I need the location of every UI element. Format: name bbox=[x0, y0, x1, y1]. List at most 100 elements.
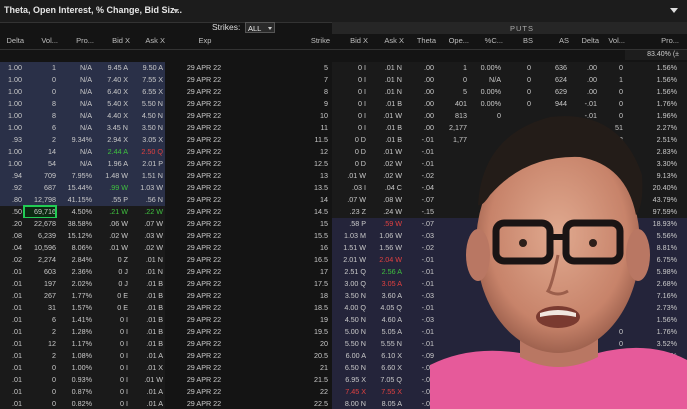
put-cell-p_bid[interactable]: 0 I bbox=[332, 86, 366, 98]
call-cell-delta[interactable]: .02 bbox=[0, 254, 22, 266]
call-cell-bid[interactable]: 0 I bbox=[94, 374, 128, 386]
call-cell-delta[interactable]: .01 bbox=[0, 386, 22, 398]
call-cell-vol[interactable]: 0 bbox=[24, 398, 56, 409]
call-cell-pro[interactable]: 15.12% bbox=[58, 230, 92, 242]
put-cell-p_ask[interactable]: .01 W bbox=[368, 110, 402, 122]
call-cell-bid[interactable]: 0 E bbox=[94, 302, 128, 314]
call-cell-delta[interactable]: .20 bbox=[0, 218, 22, 230]
exp-cell[interactable]: 29 APR 22 bbox=[165, 110, 243, 122]
call-cell-pro[interactable]: 15.44% bbox=[58, 182, 92, 194]
call-cell-ask[interactable]: .01 A bbox=[130, 386, 163, 398]
call-cell-delta[interactable]: .93 bbox=[0, 134, 22, 146]
menu-chevron-icon[interactable] bbox=[670, 8, 678, 13]
strike-cell[interactable]: 21 bbox=[275, 362, 328, 374]
call-cell-vol[interactable]: 10,596 bbox=[24, 242, 56, 254]
strike-cell[interactable]: 9 bbox=[275, 98, 328, 110]
put-cell-pro[interactable]: 1.56% bbox=[625, 74, 677, 86]
call-cell-delta[interactable]: 1.00 bbox=[0, 122, 22, 134]
call-cell-pro[interactable]: 9.34% bbox=[58, 134, 92, 146]
call-cell-ask[interactable]: .56 N bbox=[130, 194, 163, 206]
call-cell-vol[interactable]: 2 bbox=[24, 326, 56, 338]
call-cell-ask[interactable]: 3.05 X bbox=[130, 134, 163, 146]
put-cell-p_bid[interactable]: 0 I bbox=[332, 74, 366, 86]
exp-cell[interactable]: 29 APR 22 bbox=[165, 254, 243, 266]
exp-cell[interactable]: 29 APR 22 bbox=[165, 386, 243, 398]
put-col-header[interactable]: Ope... bbox=[436, 36, 469, 48]
put-cell-p_bid[interactable]: .03 I bbox=[332, 182, 366, 194]
chevron-down-icon[interactable] bbox=[173, 9, 179, 13]
call-cell-pro[interactable]: 1.41% bbox=[58, 314, 92, 326]
call-cell-delta[interactable]: 1.00 bbox=[0, 74, 22, 86]
call-cell-delta[interactable]: 1.00 bbox=[0, 62, 22, 74]
put-col-header[interactable]: Theta bbox=[404, 36, 436, 48]
exp-cell[interactable]: 29 APR 22 bbox=[165, 170, 243, 182]
call-cell-bid[interactable]: 0 I bbox=[94, 386, 128, 398]
call-cell-delta[interactable]: .01 bbox=[0, 374, 22, 386]
put-cell-p_bid[interactable]: 3.50 N bbox=[332, 290, 366, 302]
put-cell-p_bid[interactable]: 8.00 N bbox=[332, 398, 366, 409]
call-cell-bid[interactable]: 0 Z bbox=[94, 254, 128, 266]
put-cell-p_ask[interactable]: 2.56 A bbox=[368, 266, 402, 278]
call-cell-vol[interactable]: 2,274 bbox=[24, 254, 56, 266]
call-cell-ask[interactable]: 4.50 N bbox=[130, 110, 163, 122]
call-cell-ask[interactable]: .22 W bbox=[130, 206, 163, 218]
put-cell-p_ask[interactable]: 1.06 W bbox=[368, 230, 402, 242]
exp-cell[interactable]: 29 APR 22 bbox=[165, 182, 243, 194]
call-cell-bid[interactable]: 6.40 X bbox=[94, 86, 128, 98]
put-cell-bs[interactable]: 0 bbox=[503, 74, 531, 86]
call-cell-bid[interactable]: 0 J bbox=[94, 278, 128, 290]
put-cell-p_bid[interactable]: 0 D bbox=[332, 158, 366, 170]
put-cell-p_bid[interactable]: 7.45 X bbox=[332, 386, 366, 398]
call-cell-bid[interactable]: 7.40 X bbox=[94, 74, 128, 86]
strike-col-header[interactable]: Strike bbox=[275, 36, 330, 48]
strike-cell[interactable]: 11.5 bbox=[275, 134, 328, 146]
exp-cell[interactable]: 29 APR 22 bbox=[165, 398, 243, 409]
call-cell-ask[interactable]: 6.55 X bbox=[130, 86, 163, 98]
put-cell-as[interactable]: 636 bbox=[533, 62, 567, 74]
put-cell-vol[interactable]: 1 bbox=[599, 74, 623, 86]
strike-cell[interactable]: 20.5 bbox=[275, 350, 328, 362]
call-cell-ask[interactable]: .01 B bbox=[130, 338, 163, 350]
call-cell-vol[interactable]: 0 bbox=[24, 86, 56, 98]
call-cell-vol[interactable]: 687 bbox=[24, 182, 56, 194]
call-cell-ask[interactable]: .01 B bbox=[130, 290, 163, 302]
call-cell-delta[interactable]: .01 bbox=[0, 338, 22, 350]
exp-cell[interactable]: 29 APR 22 bbox=[165, 98, 243, 110]
call-cell-vol[interactable]: 22,678 bbox=[24, 218, 56, 230]
call-cell-delta[interactable]: .80 bbox=[0, 194, 22, 206]
call-cell-bid[interactable]: 0 I bbox=[94, 314, 128, 326]
call-cell-delta[interactable]: .01 bbox=[0, 362, 22, 374]
exp-cell[interactable]: 29 APR 22 bbox=[165, 290, 243, 302]
call-cell-vol[interactable]: 54 bbox=[24, 158, 56, 170]
call-cell-delta[interactable]: .08 bbox=[0, 230, 22, 242]
call-cell-bid[interactable]: .01 W bbox=[94, 242, 128, 254]
call-cell-vol[interactable]: 0 bbox=[24, 74, 56, 86]
put-cell-p_bid[interactable]: 2.01 W bbox=[332, 254, 366, 266]
put-cell-p_ask[interactable]: .04 C bbox=[368, 182, 402, 194]
put-cell-p_ask[interactable]: 7.55 X bbox=[368, 386, 402, 398]
put-cell-p_ask[interactable]: 1.56 W bbox=[368, 242, 402, 254]
call-cell-vol[interactable]: 12 bbox=[24, 338, 56, 350]
call-cell-vol[interactable]: 0 bbox=[24, 386, 56, 398]
call-cell-vol[interactable]: 1 bbox=[24, 62, 56, 74]
call-cell-ask[interactable]: 3.50 N bbox=[130, 122, 163, 134]
call-cell-ask[interactable]: .01 B bbox=[130, 302, 163, 314]
call-cell-bid[interactable]: 0 I bbox=[94, 362, 128, 374]
call-cell-bid[interactable]: 0 I bbox=[94, 326, 128, 338]
call-cell-delta[interactable]: .01 bbox=[0, 278, 22, 290]
call-cell-bid[interactable]: 0 I bbox=[94, 398, 128, 409]
call-cell-delta[interactable]: .01 bbox=[0, 290, 22, 302]
put-cell-p_ask[interactable]: 8.05 A bbox=[368, 398, 402, 409]
put-cell-delta[interactable]: .00 bbox=[569, 62, 597, 74]
call-cell-vol[interactable]: 12,798 bbox=[24, 194, 56, 206]
put-col-header[interactable]: Bid X bbox=[332, 36, 368, 48]
strike-cell[interactable]: 21.5 bbox=[275, 374, 328, 386]
exp-cell[interactable]: 29 APR 22 bbox=[165, 314, 243, 326]
put-cell-bs[interactable]: 0 bbox=[503, 62, 531, 74]
exp-cell[interactable]: 29 APR 22 bbox=[165, 122, 243, 134]
put-cell-p_ask[interactable]: .01 B bbox=[368, 122, 402, 134]
strike-cell[interactable]: 22.5 bbox=[275, 398, 328, 409]
put-col-header[interactable]: %C... bbox=[469, 36, 503, 48]
call-cell-ask[interactable]: .01 B bbox=[130, 314, 163, 326]
call-cell-bid[interactable]: 0 I bbox=[94, 350, 128, 362]
